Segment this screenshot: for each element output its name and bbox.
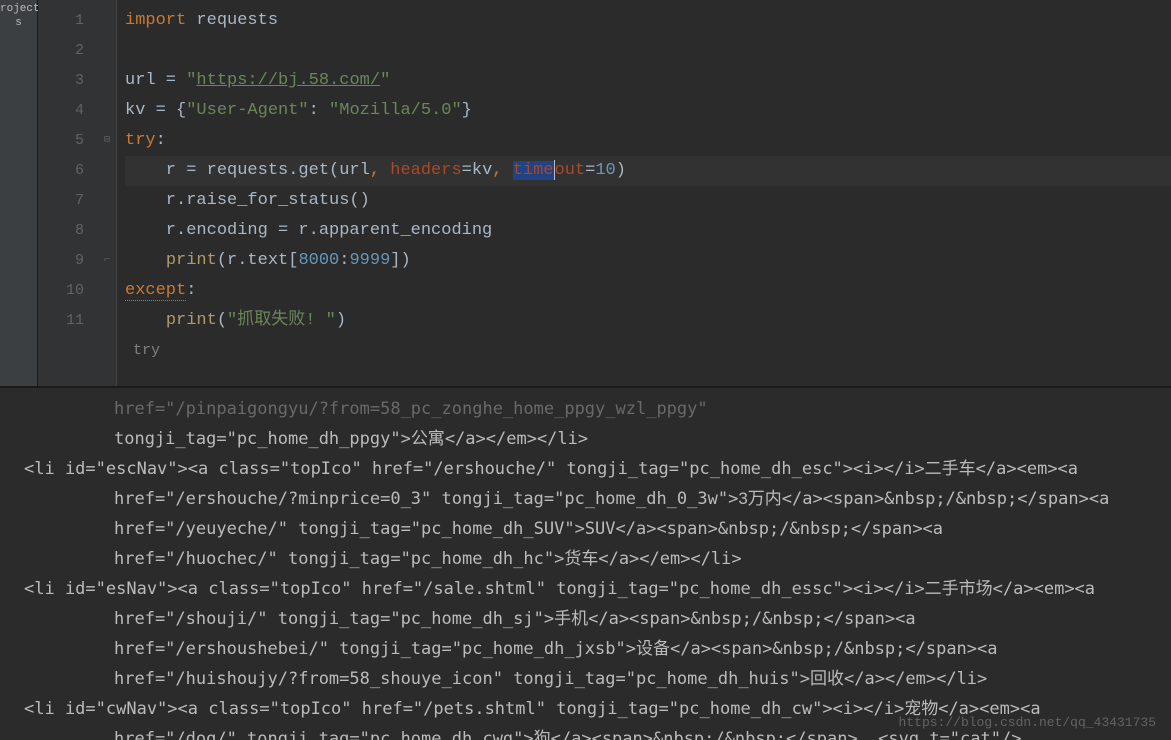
console-line: href="/ershouche/?minprice=0_3" tongji_t… [24,484,1147,514]
code-line-current: r = requests.get(url, headers=kv, timeou… [125,156,1171,186]
project-tool-sidebar[interactable]: roject s [0,0,38,386]
code-line: kv = {"User-Agent": "Mozilla/5.0"} [125,96,1171,126]
breadcrumb[interactable]: try [125,336,1171,366]
line-number: 3 [38,66,84,96]
watermark-text: https://blog.csdn.net/qq_43431735 [899,715,1156,730]
code-line: except: [125,276,1171,306]
line-number: 1 [38,6,84,36]
fold-end-icon[interactable]: ⌐ [98,246,116,276]
console-line: href="/shouji/" tongji_tag="pc_home_dh_s… [24,604,1147,634]
code-line [125,36,1171,66]
line-number: 5 [38,126,84,156]
code-line: url = "https://bj.58.com/" [125,66,1171,96]
editor-container: roject s 1 2 3 4 5 6 7 8 9 10 11 ⊟ ⌐ imp… [0,0,1171,388]
console-line: <li id="escNav"><a class="topIco" href="… [24,454,1147,484]
line-number: 11 [38,306,84,336]
console-line: tongji_tag="pc_home_dh_ppgy">公寓</a></em>… [24,424,1147,454]
code-line: try: [125,126,1171,156]
console-line: href="/huochec/" tongji_tag="pc_home_dh_… [24,544,1147,574]
line-number: 9 [38,246,84,276]
code-line: r.raise_for_status() [125,186,1171,216]
fold-icon[interactable]: ⊟ [98,126,116,156]
line-number: 7 [38,186,84,216]
code-line: import requests [125,6,1171,36]
console-line: href="/huishoujy/?from=58_shouye_icon" t… [24,664,1147,694]
code-line: print("抓取失败! ") [125,306,1171,336]
console-line: href="/yeuyeche/" tongji_tag="pc_home_dh… [24,514,1147,544]
code-line: print(r.text[8000:9999]) [125,246,1171,276]
console-line: href="/pinpaigongyu/?from=58_pc_zonghe_h… [24,394,1147,424]
line-number: 4 [38,96,84,126]
line-number: 8 [38,216,84,246]
line-number-gutter[interactable]: 1 2 3 4 5 6 7 8 9 10 11 [38,0,98,386]
fold-column[interactable]: ⊟ ⌐ [98,0,116,386]
code-editor[interactable]: import requests url = "https://bj.58.com… [116,0,1171,386]
line-number: 2 [38,36,84,66]
output-console[interactable]: href="/pinpaigongyu/?from=58_pc_zonghe_h… [0,388,1171,740]
console-line: href="/ershoushebei/" tongji_tag="pc_hom… [24,634,1147,664]
line-number: 10 [38,276,84,306]
line-number: 6 [38,156,84,186]
code-line: r.encoding = r.apparent_encoding [125,216,1171,246]
sidebar-label: s [0,16,37,30]
sidebar-label: roject [0,2,37,16]
console-line: <li id="esNav"><a class="topIco" href="/… [24,574,1147,604]
